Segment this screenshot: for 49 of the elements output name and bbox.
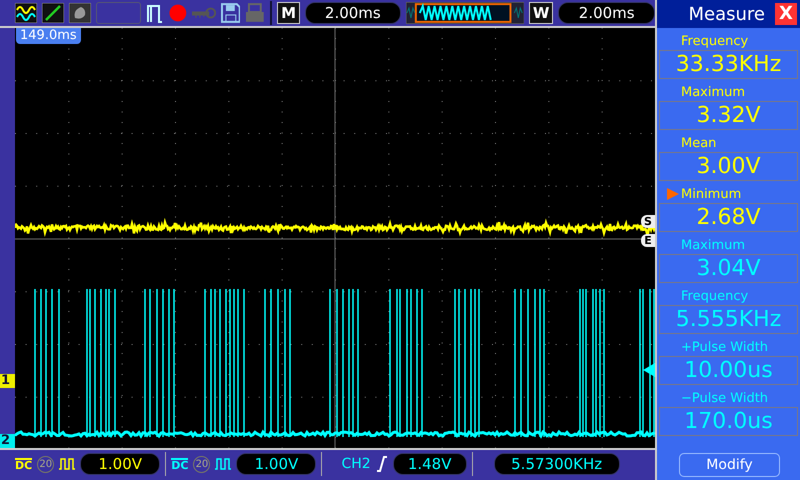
timebase-display: 2.00ms (305, 2, 401, 24)
waveform-overview[interactable] (406, 2, 524, 24)
frequency-display: 5.57300KHz (494, 453, 620, 475)
panel-title: Measure (688, 4, 765, 24)
volts-per-div-display: 1.00V (236, 453, 316, 475)
trigger-source-label: CH2 (341, 456, 371, 472)
trigger-position-label[interactable]: 149.0ms (16, 28, 81, 44)
channel-marker[interactable]: 1 (0, 374, 15, 388)
modify-button[interactable]: Modify (679, 453, 780, 477)
measurement-value[interactable]: 5.555KHz (659, 305, 798, 334)
bandwidth-limit-label: 20 (37, 456, 54, 472)
volts-per-div-display: 1.00V (80, 453, 160, 475)
record-icon[interactable] (169, 4, 188, 22)
measurement-label: −Pulse Width (681, 390, 768, 406)
dual-wave-icon[interactable] (15, 3, 37, 23)
memory-label: M (277, 2, 300, 24)
square-wave-icon (215, 458, 232, 470)
pulse-icon[interactable] (146, 2, 164, 24)
window-timebase-display: 2.00ms (558, 2, 655, 24)
rising-edge-icon (376, 456, 388, 472)
measurement-label: Frequency (681, 34, 748, 48)
empty-slot (96, 2, 142, 24)
measurement-value[interactable]: 33.33KHz (659, 50, 798, 79)
measurement-label: +Pulse Width (681, 340, 768, 354)
start-marker[interactable]: S (641, 215, 655, 228)
channel-marker[interactable]: 2 (0, 434, 15, 448)
blob-icon[interactable] (69, 3, 91, 23)
measurement-label: Frequency (681, 288, 748, 304)
measurement-label: Mean (681, 136, 716, 150)
window-label: W (528, 2, 554, 24)
save-icon[interactable] (220, 3, 240, 23)
measurement-value[interactable]: 3.00V (659, 152, 798, 181)
trigger-level-display: 1.48V (392, 453, 467, 475)
measurement-label: Maximum (681, 84, 746, 100)
square-wave-icon (59, 458, 76, 470)
coupling-label: DC (171, 458, 188, 470)
diagonal-line-icon[interactable] (42, 3, 64, 23)
measurement-value[interactable]: 3.32V (659, 101, 798, 130)
selection-arrow-icon (667, 188, 679, 200)
measurement-value[interactable]: 2.68V (659, 203, 798, 232)
end-marker[interactable]: E (641, 234, 655, 247)
measurement-label: Minimum (681, 186, 742, 202)
measurement-value[interactable]: 10.00us (659, 356, 798, 385)
close-button[interactable]: X (775, 3, 797, 25)
measurement-value[interactable]: 170.0us (659, 407, 798, 436)
bandwidth-limit-label: 20 (193, 456, 210, 472)
coupling-label: DC (15, 458, 32, 470)
measurement-value[interactable]: 3.04V (659, 254, 798, 283)
measurement-label: Maximum (681, 238, 746, 252)
